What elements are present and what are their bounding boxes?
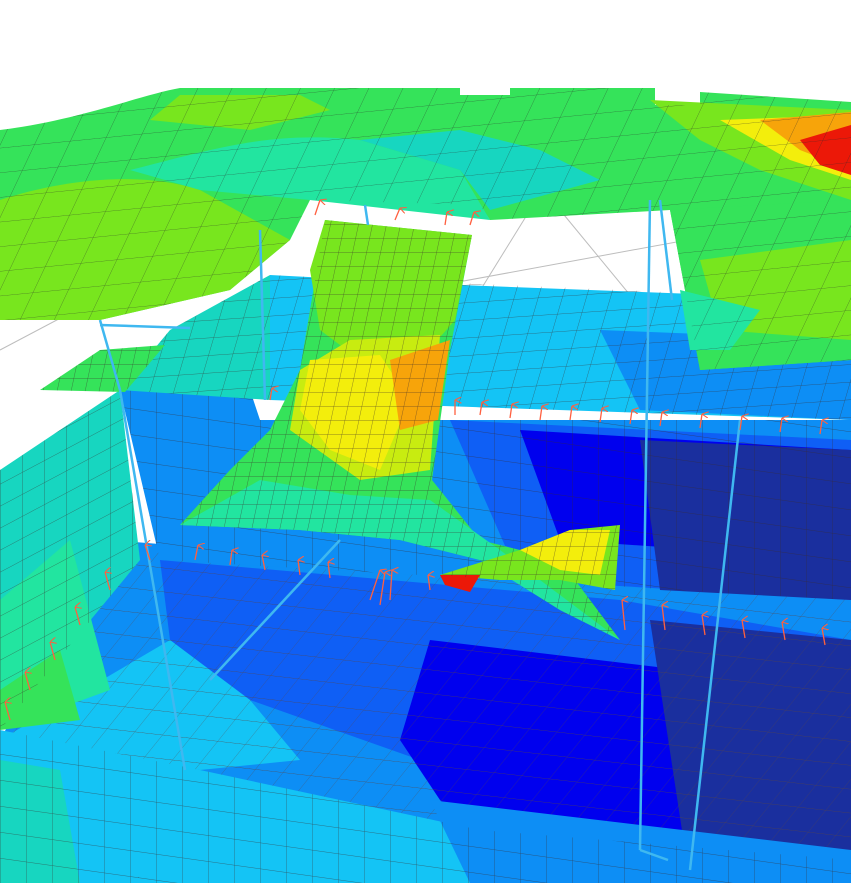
- fem-result-scene[interactable]: [0, 0, 851, 883]
- 3d-fem-viewport[interactable]: [0, 0, 851, 883]
